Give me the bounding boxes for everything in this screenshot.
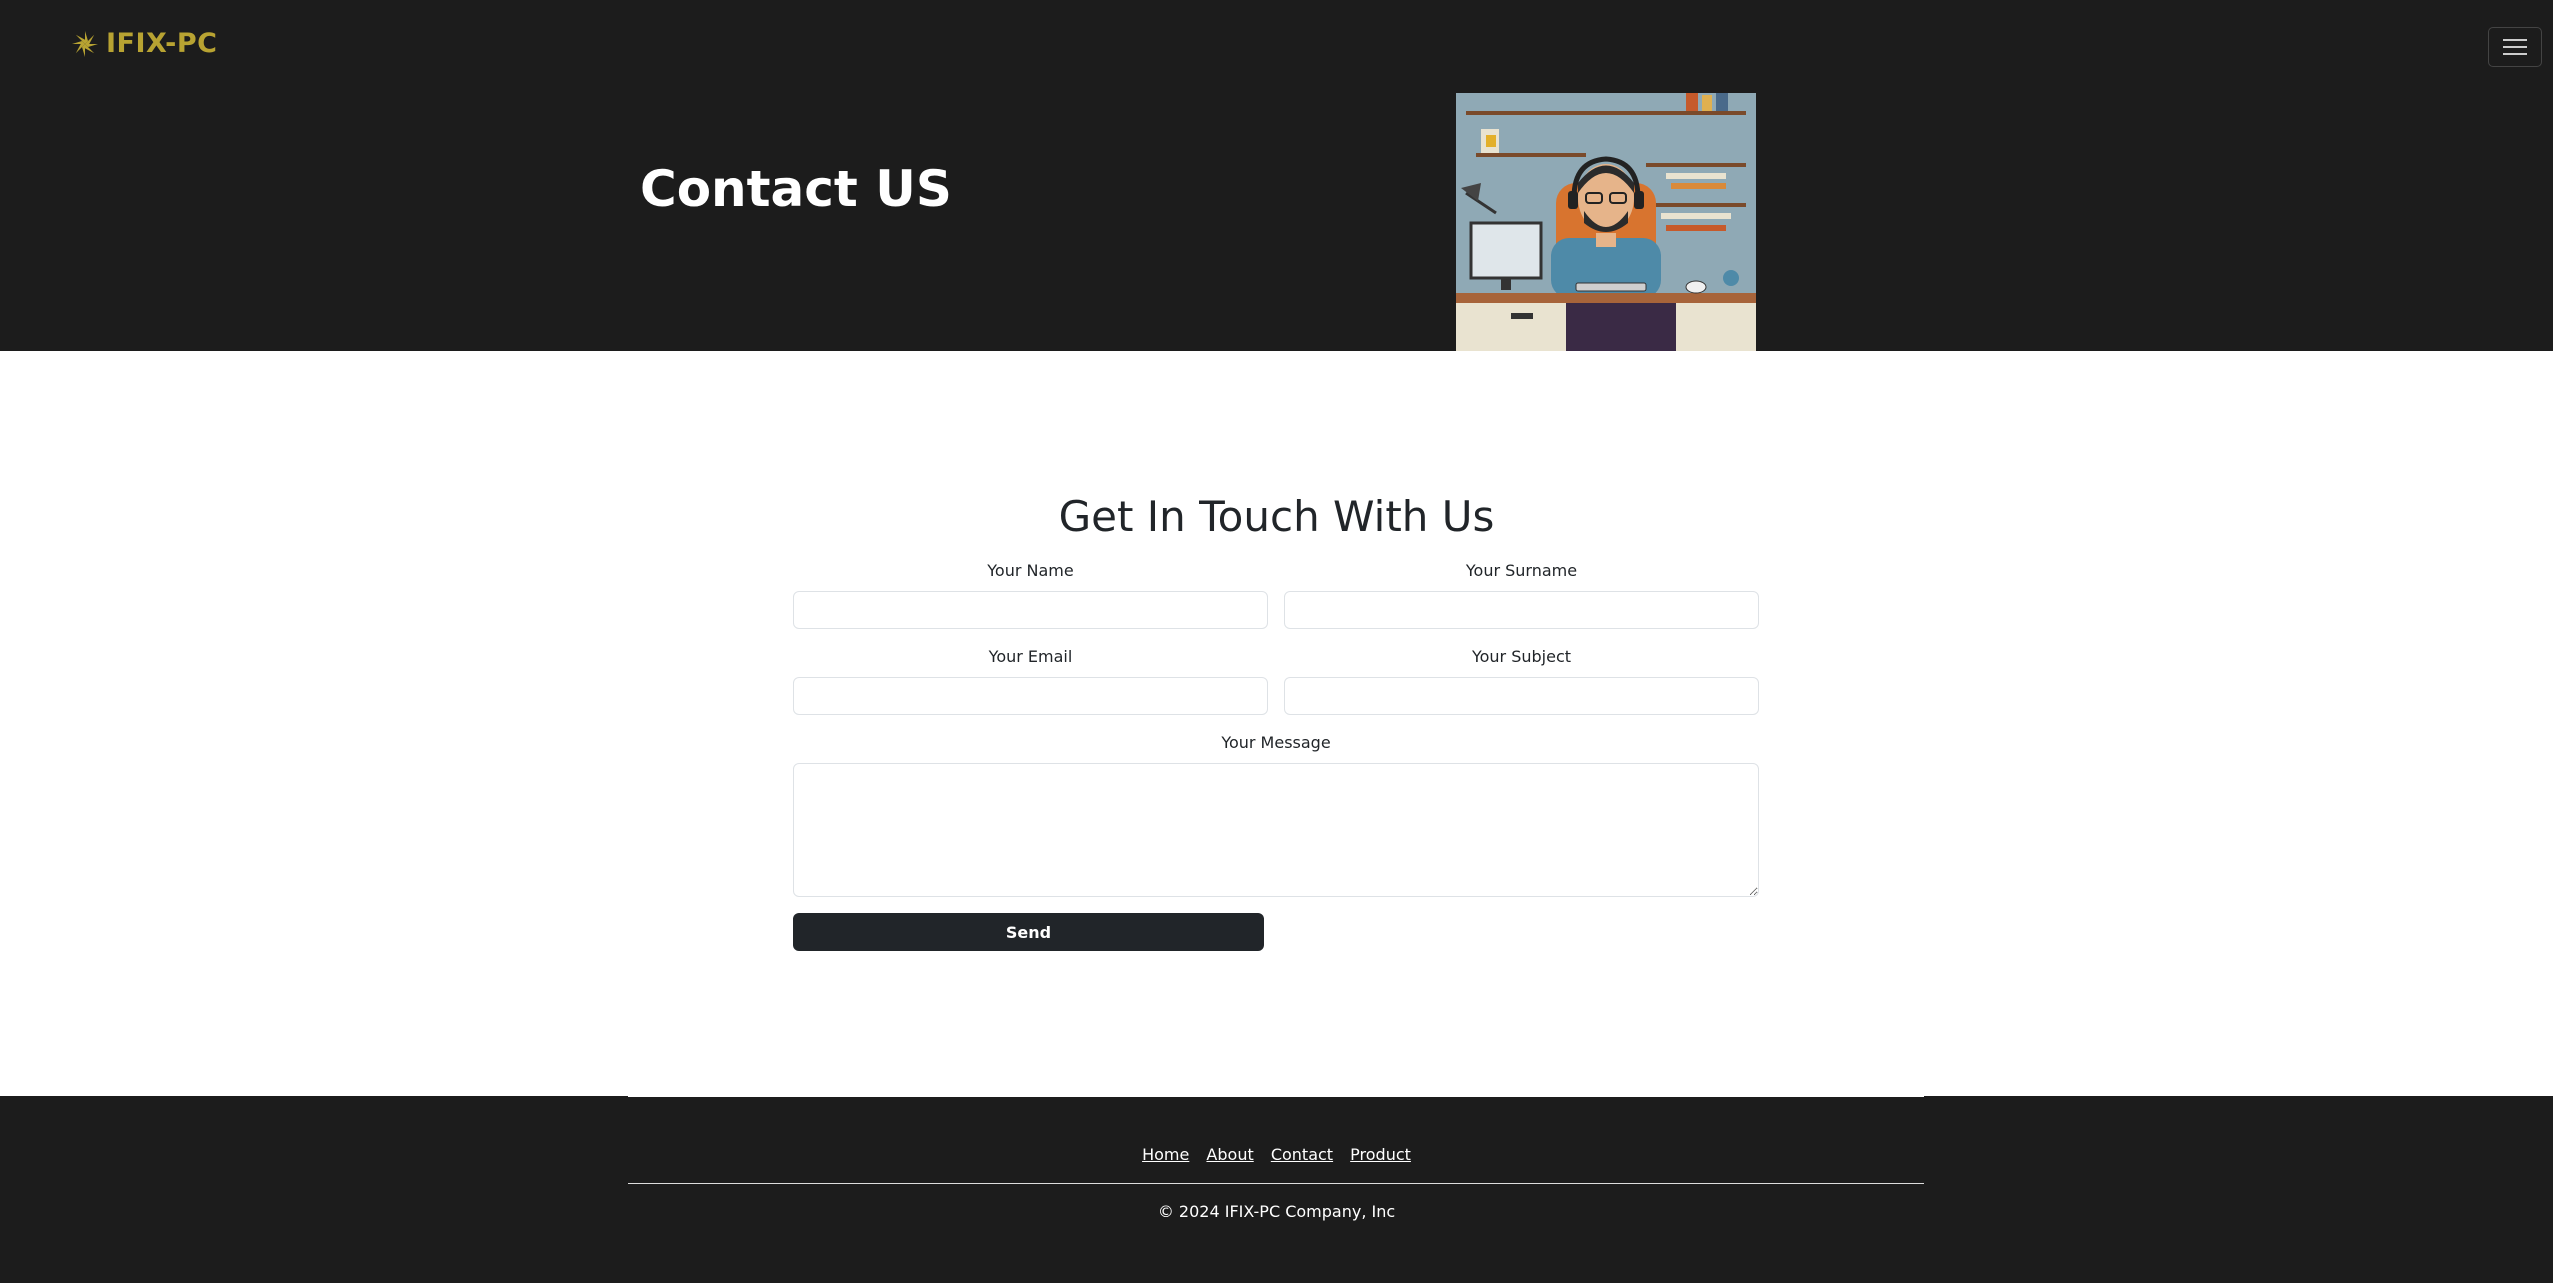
- email-input[interactable]: [793, 677, 1268, 715]
- top-banner: IFIX-PC Contact US: [0, 0, 2553, 351]
- footer-link-product[interactable]: Product: [1350, 1145, 1411, 1164]
- send-button[interactable]: Send: [793, 913, 1264, 951]
- page-title: Contact US: [640, 160, 952, 218]
- hamburger-menu-icon: [2503, 39, 2527, 55]
- surname-input[interactable]: [1284, 591, 1759, 629]
- form-title: Get In Touch With Us: [1058, 492, 1495, 541]
- name-input[interactable]: [793, 591, 1268, 629]
- spark-logo-icon: [72, 30, 98, 57]
- subject-label: Your Subject: [1471, 647, 1572, 666]
- footer: Home About Contact Product © 2024 IFIX-P…: [0, 1096, 2553, 1283]
- footer-link-about[interactable]: About: [1206, 1145, 1253, 1164]
- footer-link-contact[interactable]: Contact: [1271, 1145, 1333, 1164]
- footer-link-home[interactable]: Home: [1142, 1145, 1189, 1164]
- subject-input[interactable]: [1284, 677, 1759, 715]
- brand-name[interactable]: IFIX-PC: [106, 28, 217, 59]
- footer-top-divider: [628, 1096, 1924, 1097]
- message-textarea[interactable]: [793, 763, 1759, 897]
- name-label: Your Name: [987, 561, 1074, 580]
- footer-nav: Home About Contact Product: [0, 1145, 2553, 1164]
- footer-divider: [628, 1183, 1924, 1184]
- message-label: Your Message: [1221, 733, 1331, 752]
- copyright-text: © 2024 IFIX-PC Company, Inc: [1157, 1202, 1396, 1221]
- surname-label: Your Surname: [1465, 561, 1578, 580]
- menu-toggle-button[interactable]: [2488, 27, 2542, 67]
- email-label: Your Email: [988, 647, 1073, 666]
- hero-illustration: [1456, 93, 1756, 351]
- brand-link[interactable]: IFIX-PC: [70, 28, 217, 59]
